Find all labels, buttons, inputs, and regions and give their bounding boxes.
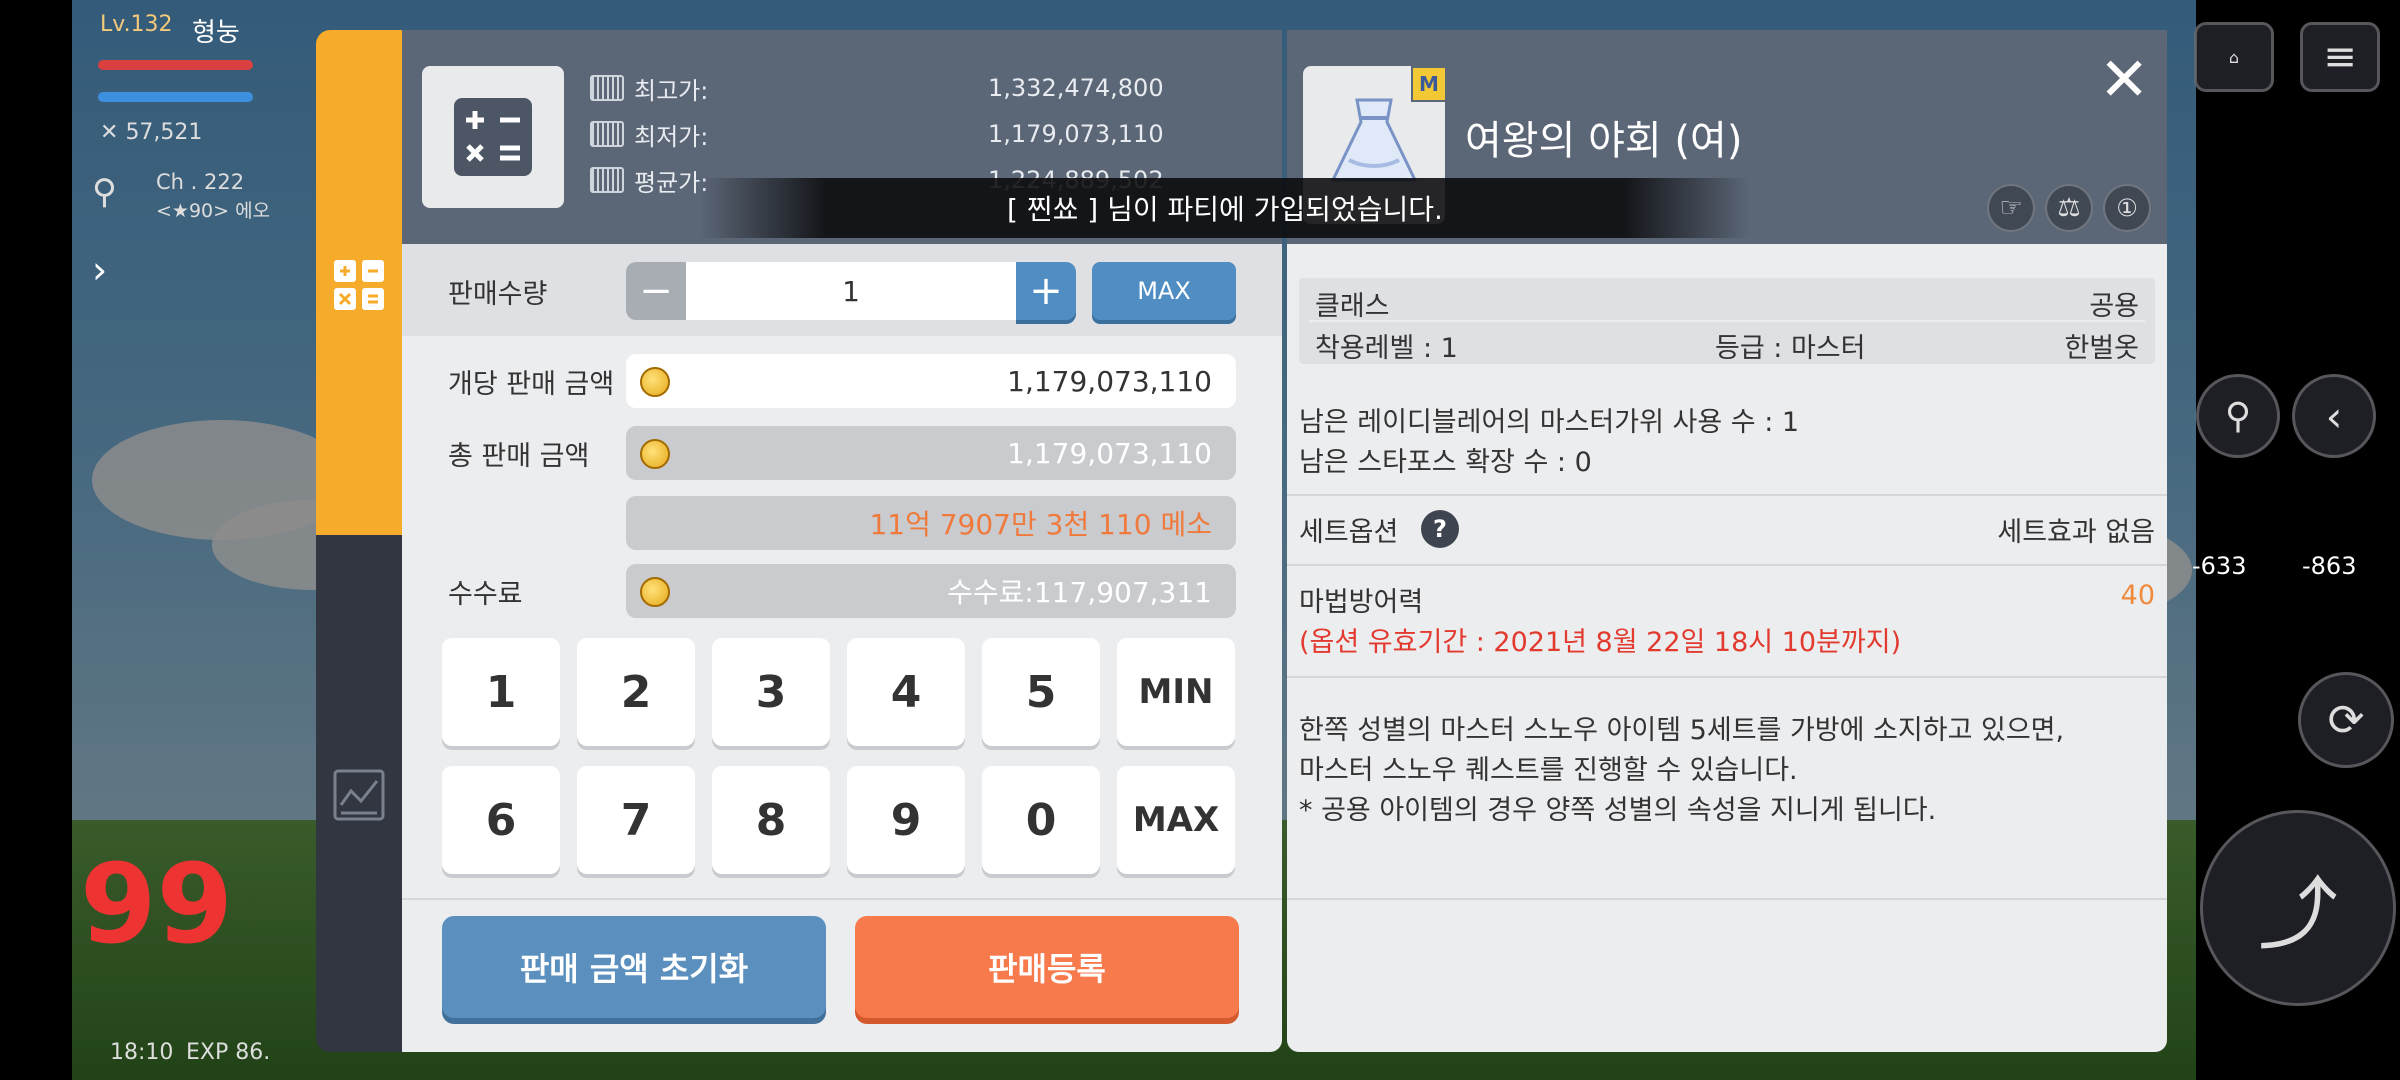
map-pin-icon[interactable]: ⚲ [92,172,117,212]
divider [1287,898,2167,900]
tab-strip [316,30,402,1052]
quantity-plus-button[interactable]: + [1016,262,1076,320]
description-line-2: 마스터 스노우 퀘스트를 진행할 수 있습니다. [1299,755,1798,786]
magic-defense-label: 마법방어력 [1299,587,1424,618]
divider [1287,564,2167,566]
key-min[interactable]: MIN [1117,638,1235,746]
option-expiry: (옵션 유효기간 : 2021년 8월 22일 18시 10분까지) [1299,627,1902,658]
quantity-max-button[interactable]: MAX [1092,262,1236,320]
expand-arrow-icon[interactable]: › [92,248,107,292]
back-arrow-icon[interactable]: ‹ [2292,374,2376,458]
min-price-value: 1,179,073,110 [988,120,1164,148]
jump-button-icon[interactable]: ⤴ [2200,810,2396,1006]
clock: 18:10 [110,1040,174,1065]
bag-icon[interactable]: ⌂ [2194,22,2274,92]
mp-bar [98,92,253,102]
key-max[interactable]: MAX [1117,766,1235,874]
combat-power: ✕ 57,521 [100,120,203,145]
player-level: Lv.132 [100,12,173,37]
exp-label: EXP 86. [186,1040,271,1065]
close-icon[interactable]: ✕ [2099,50,2149,110]
magic-defense-value: 40 [2120,580,2155,611]
item-type: 한벌옷 [2064,333,2139,364]
fee-label: 수수료 [448,579,523,610]
max-price-row: 최고가: 1,332,474,800 [590,68,1164,108]
key-8[interactable]: 8 [712,766,830,874]
menu-icon[interactable]: ≡ [2300,22,2380,92]
master-badge: M [1411,66,1447,102]
refresh-icon[interactable]: ⟳ [2298,672,2394,768]
quantity-input[interactable]: 1 [686,262,1016,320]
item-name: 여왕의 야회 (여) [1465,118,1743,164]
compare-scale-icon[interactable]: ⚖ [2045,184,2093,232]
required-level: 착용레벨 : 1 [1315,333,1458,364]
hp-bar [98,60,253,70]
key-6[interactable]: 6 [442,766,560,874]
damage-text-1: -633 [2192,552,2247,580]
unit-price-input[interactable]: 1,179,073,110 [626,354,1236,408]
key-7[interactable]: 7 [577,766,695,874]
set-option-label: 세트옵션 [1299,517,1399,548]
damage-number: 99 [80,840,234,968]
quantity-minus-button[interactable]: − [626,262,686,320]
key-9[interactable]: 9 [847,766,965,874]
info-one-icon[interactable]: ① [2103,184,2151,232]
help-icon[interactable]: ? [1421,510,1459,548]
total-price-label: 총 판매 금액 [448,441,590,472]
channel-sub: <★90> 에오 [156,200,271,222]
item-grade: 등급 : 마스터 [1715,333,1866,364]
total-price-field: 1,179,073,110 [626,426,1236,480]
description-line-1: 한쪽 성별의 마스터 스노우 아이템 5세트를 가방에 소지하고 있으면, [1299,715,2065,746]
barcode-icon [590,167,624,193]
set-option-value: 세트효과 없음 [1997,517,2155,548]
scissors-count: 남은 레이디블레어의 마스터가위 사용 수 : 1 [1299,407,1800,438]
sword-icon: ✕ [100,120,126,145]
total-price-korean: 11억 7907만 3천 110 메소 [626,496,1236,550]
register-sale-button[interactable]: 판매등록 [855,916,1239,1018]
party-join-notice: [ 찐쑈 ] 님이 파티에 가입되었습니다. [700,178,1750,238]
barcode-icon [590,121,624,147]
location-icon[interactable]: ⚲ [2196,374,2280,458]
description-line-3: * 공용 아이템의 경우 양쪽 성별의 속성을 지니게 됩니다. [1299,795,1937,826]
max-price-value: 1,332,474,800 [988,74,1164,102]
barcode-icon [590,75,624,101]
share-icon[interactable]: ☞ [1987,184,2035,232]
key-4[interactable]: 4 [847,638,965,746]
divider [1309,320,2145,322]
key-2[interactable]: 2 [577,638,695,746]
avg-price-row: 평균가:1,224,889,502 [590,160,1164,200]
fee-field: 수수료:117,907,311 [626,564,1236,618]
key-0[interactable]: 0 [982,766,1100,874]
meso-coin-icon [640,439,670,469]
key-5[interactable]: 5 [982,638,1100,746]
damage-text-2: -863 [2302,552,2357,580]
class-label: 클래스 [1315,291,1390,322]
calculator-tab-icon [330,256,388,314]
reset-price-button[interactable]: 판매 금액 초기화 [442,916,826,1018]
quantity-label: 판매수량 [448,279,548,310]
divider [1287,494,2167,496]
channel-label: Ch . 222 [156,170,245,194]
class-value: 공용 [2089,291,2139,322]
starforce-count: 남은 스타포스 확장 수 : 0 [1299,447,1592,478]
key-1[interactable]: 1 [442,638,560,746]
meso-coin-icon [640,577,670,607]
unit-price-label: 개당 판매 금액 [448,369,615,400]
key-3[interactable]: 3 [712,638,830,746]
divider [402,898,1282,900]
min-price-row: 최저가: 1,179,073,110 [590,114,1164,154]
player-name: 형눙 [192,18,240,48]
chart-tab-icon[interactable] [330,766,388,824]
meso-coin-icon [640,367,670,397]
calculator-icon [422,66,564,208]
divider [1287,676,2167,678]
